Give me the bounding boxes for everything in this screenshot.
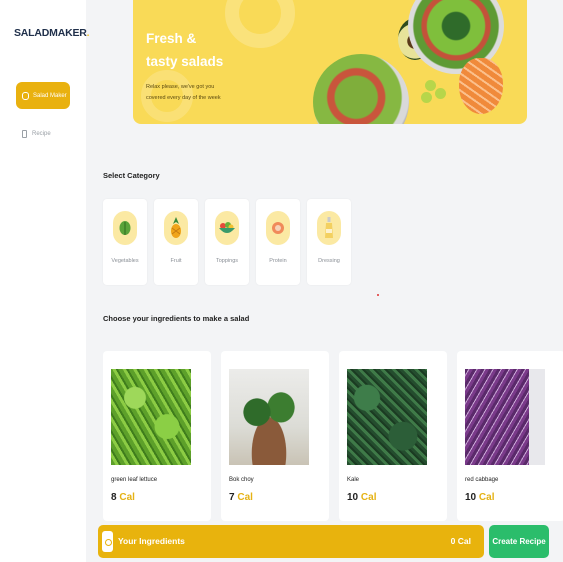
hero-banner: Fresh & tasty salads Relax please, we've… xyxy=(133,0,527,124)
calorie-unit: Cal xyxy=(237,492,253,503)
sidebar-item-salad-maker[interactable]: Salad Maker xyxy=(16,82,70,109)
bok-choy-image xyxy=(229,369,309,465)
dressing-bottle-icon xyxy=(317,211,341,245)
calorie-value: 7 xyxy=(229,492,235,503)
banner-subtitle: Relax please, we've got you covered ever… xyxy=(146,82,226,104)
toppings-bowl-icon xyxy=(215,211,239,245)
grape-image xyxy=(421,92,432,103)
category-toppings[interactable]: Toppings xyxy=(205,199,249,285)
total-calories: 0 Cal xyxy=(450,536,471,546)
brand-dot: . xyxy=(86,27,90,39)
sidebar-item-recipe[interactable]: Recipe xyxy=(22,130,51,138)
category-vegetables[interactable]: Vegetables xyxy=(103,199,147,285)
your-ingredients-bar[interactable]: Your Ingredients 0 Cal xyxy=(98,525,484,558)
ingredient-calories: 7 Cal xyxy=(229,492,253,503)
ingredient-name: Bok choy xyxy=(229,477,254,483)
salad-icon xyxy=(22,91,29,100)
category-label: Toppings xyxy=(215,258,239,264)
category-section-title: Select Category xyxy=(103,171,160,180)
banner-title: Fresh & tasty salads xyxy=(146,27,236,73)
banner-subtitle-line: Relax please, we've got you xyxy=(146,84,215,90)
lettuce-image xyxy=(111,369,191,465)
calorie-value: 10 xyxy=(347,492,359,503)
ingredients-icon xyxy=(102,531,113,552)
category-label: Fruit xyxy=(170,258,182,264)
calorie-unit: Cal xyxy=(478,492,495,503)
ingredients-section-title: Choose your ingredients to make a salad xyxy=(103,314,250,323)
category-protein[interactable]: Protein xyxy=(256,199,300,285)
salad-bowl-image xyxy=(313,54,409,124)
sidebar-item-label: Recipe xyxy=(32,131,51,137)
banner-title-line: Fresh & xyxy=(146,31,197,46)
brand-logo[interactable]: SALADMAKER. xyxy=(14,27,90,39)
banner-title-line: tasty salads xyxy=(146,54,224,69)
protein-icon xyxy=(266,211,290,245)
kale-image xyxy=(347,369,427,465)
grape-image xyxy=(425,80,436,91)
salmon-image xyxy=(459,58,503,114)
calorie-value: 8 xyxy=(111,492,117,503)
indicator-dot xyxy=(377,294,379,296)
calorie-value: 10 xyxy=(465,492,477,503)
category-dressing[interactable]: Dressing xyxy=(307,199,351,285)
grape-image xyxy=(435,88,446,99)
ingredient-name: green leaf lettuce xyxy=(111,477,158,483)
red-cabbage-image xyxy=(465,369,545,465)
ingredient-name: red cabbage xyxy=(465,477,499,483)
ingredient-card[interactable]: green leaf lettuce 8 Cal xyxy=(103,351,211,521)
ingredient-calories: 10 Cal xyxy=(465,492,494,503)
ingredient-calories: 8 Cal xyxy=(111,492,135,503)
ingredient-calories: 10 Cal xyxy=(347,492,376,503)
ingredient-card[interactable]: red cabbage 10 Cal xyxy=(457,351,563,521)
ingredient-name: Kale xyxy=(347,477,360,483)
pineapple-icon xyxy=(164,211,188,245)
banner-subtitle-line: covered every day of the week xyxy=(146,95,221,101)
calorie-unit: Cal xyxy=(360,492,377,503)
create-recipe-button[interactable]: Create Recipe xyxy=(489,525,549,558)
ingredient-card[interactable]: Kale 10 Cal xyxy=(339,351,447,521)
category-label: Dressing xyxy=(318,258,340,264)
category-label: Vegetables xyxy=(111,258,139,264)
your-ingredients-label: Your Ingredients xyxy=(118,536,185,546)
vegetables-icon xyxy=(113,211,137,245)
category-label: Protein xyxy=(269,258,287,264)
category-fruit[interactable]: Fruit xyxy=(154,199,198,285)
document-icon xyxy=(22,130,27,138)
ingredient-card[interactable]: Bok choy 7 Cal xyxy=(221,351,329,521)
brand-name: SALADMAKER xyxy=(14,27,87,39)
sidebar-item-label: Salad Maker xyxy=(33,92,67,99)
calorie-unit: Cal xyxy=(119,492,135,503)
sidebar: SALADMAKER. Salad Maker Recipe xyxy=(0,0,90,562)
